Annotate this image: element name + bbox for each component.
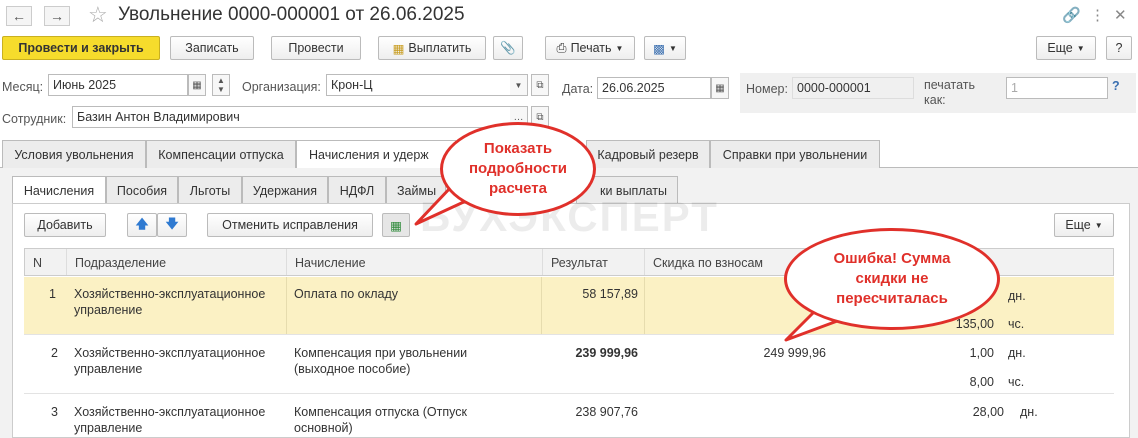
callout-error: Ошибка! Сумма скидки не пересчиталась <box>784 228 1000 330</box>
callout-pointers <box>414 184 842 342</box>
callout-show-details: Показать подробности расчета <box>440 122 596 216</box>
